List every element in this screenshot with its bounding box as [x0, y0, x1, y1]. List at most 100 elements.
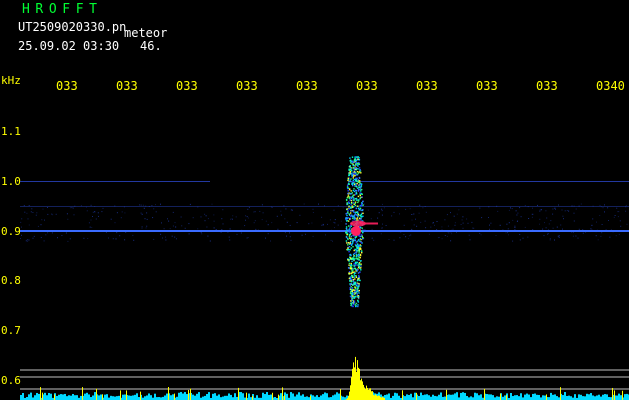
carrier-line — [20, 230, 629, 232]
noise-speck — [308, 223, 310, 225]
meteor-speck — [356, 177, 358, 179]
noise-speck — [462, 227, 464, 229]
noise-speck — [403, 224, 405, 226]
meteor-speck — [361, 227, 363, 229]
meteor-speck — [359, 271, 361, 274]
noise-bar — [436, 396, 438, 400]
noise-bar — [600, 396, 602, 400]
noise-bar — [474, 392, 476, 400]
meteor-bar — [374, 395, 375, 400]
noise-speck — [517, 220, 519, 222]
meteor-speck — [354, 236, 357, 238]
meteor-speck — [347, 194, 350, 196]
noise-speck — [235, 216, 237, 218]
noise-speck — [245, 219, 246, 221]
noise-bar — [332, 395, 334, 400]
meteor-speck — [360, 269, 362, 271]
noise-bar — [86, 392, 88, 400]
noise-speck — [444, 219, 446, 221]
meteor-bar — [360, 380, 361, 400]
meteor-speck — [349, 283, 351, 285]
noise-speck — [441, 238, 443, 240]
noise-speck — [155, 204, 156, 206]
noise-speck — [436, 221, 438, 222]
noise-speck — [393, 239, 395, 241]
meteor-speck — [357, 272, 360, 274]
noise-bar — [420, 392, 422, 400]
noise-bar — [180, 392, 182, 400]
noise-speck — [289, 236, 291, 238]
noise-speck — [547, 233, 549, 235]
noise-speck — [436, 229, 438, 230]
noise-bar — [212, 393, 214, 400]
meteor-speck — [350, 247, 352, 249]
meteor-speck — [349, 242, 351, 244]
noise-speck — [453, 215, 455, 217]
meteor-speck — [357, 264, 360, 266]
noise-speck — [451, 233, 453, 235]
meteor-speck — [346, 203, 349, 205]
meteor-speck — [352, 242, 354, 244]
noise-speck — [325, 234, 326, 236]
meteor-speck — [358, 217, 361, 219]
noise-speck — [271, 206, 273, 208]
meteor-speck — [354, 290, 357, 293]
meteor-speck — [355, 184, 357, 186]
event-label: meteor — [124, 26, 168, 40]
noise-speck — [582, 232, 584, 234]
time-tick-label: 033 — [296, 79, 318, 93]
meteor-speck — [352, 167, 354, 169]
noise-speck — [244, 225, 246, 227]
meteor-speck — [354, 193, 356, 196]
noise-bar — [218, 394, 220, 400]
noise-speck — [454, 224, 456, 226]
noise-speck — [175, 226, 177, 228]
noise-bar — [342, 396, 344, 400]
noise-speck — [575, 235, 577, 237]
meteor-speck — [350, 167, 352, 169]
meteor-speck — [349, 249, 351, 251]
meteor-speck — [356, 296, 358, 298]
noise-bar — [300, 395, 302, 400]
meteor-speck — [358, 161, 360, 164]
meteor-speck — [350, 196, 352, 199]
noise-speck — [600, 235, 602, 237]
noise-speck — [236, 233, 238, 235]
noise-speck — [515, 210, 517, 212]
noise-bar — [536, 394, 538, 400]
antenna-row: Receiving Antenna:5el Yagi Az 280 for Se… — [180, 41, 507, 53]
noise-bar — [580, 394, 582, 400]
time-tick-label: 033 — [176, 79, 198, 93]
noise-speck — [458, 209, 460, 211]
meteor-speck — [349, 165, 351, 167]
noise-speck — [141, 227, 143, 229]
noise-bar — [428, 395, 430, 400]
time-tick-label: 033 — [56, 79, 78, 93]
meteor-speck — [351, 202, 353, 205]
meteor-speck — [349, 284, 352, 286]
meteor-speck — [359, 257, 361, 259]
meteor-speck — [349, 226, 351, 228]
noise-speck — [144, 218, 146, 220]
noise-speck — [424, 220, 426, 222]
noise-speck — [479, 232, 481, 234]
meteor-speck — [349, 238, 352, 241]
meteor-speck — [355, 270, 357, 272]
meteor-speck — [360, 204, 363, 206]
noise-speck — [411, 214, 413, 215]
noise-bar — [128, 395, 130, 400]
noise-speck — [97, 212, 99, 214]
meteor-speck — [346, 232, 348, 234]
noise-spike — [446, 389, 447, 400]
noise-speck — [42, 208, 44, 210]
noise-speck — [72, 207, 74, 209]
noise-bar — [392, 395, 394, 400]
noise-speck — [247, 217, 249, 219]
noise-speck — [420, 221, 422, 223]
meteor-speck — [347, 192, 349, 195]
noise-speck — [160, 233, 162, 235]
meteor-speck — [358, 262, 361, 264]
noise-bar — [184, 392, 186, 400]
meteor-speck — [362, 209, 364, 211]
noise-speck — [280, 210, 282, 212]
